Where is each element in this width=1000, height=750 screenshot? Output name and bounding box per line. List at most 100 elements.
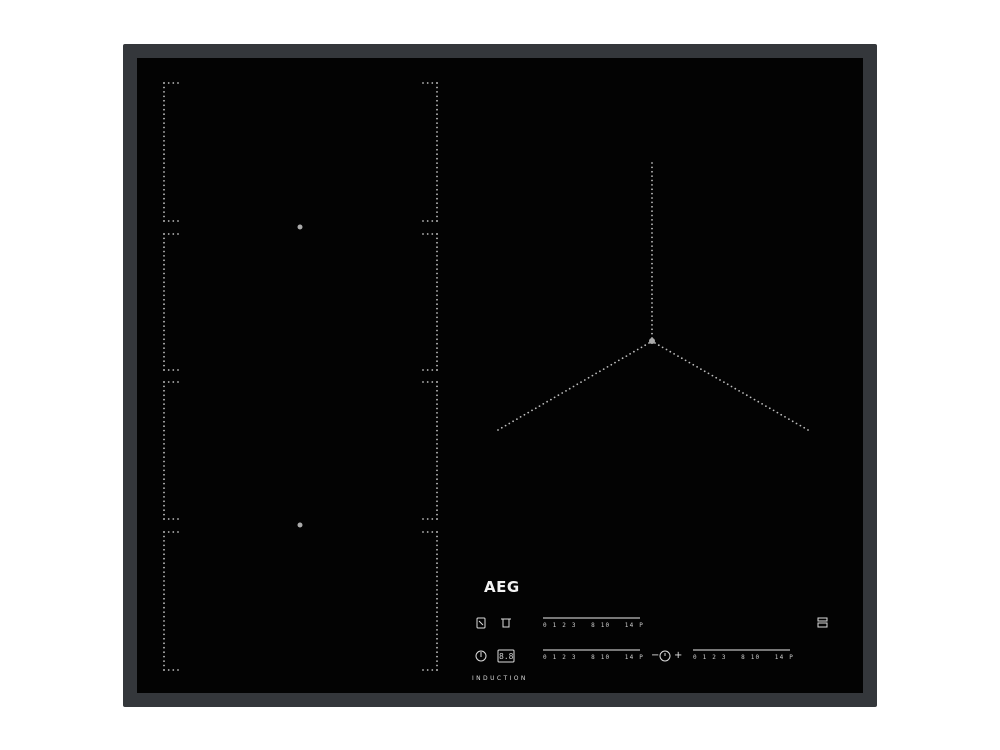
marking-dot — [784, 416, 786, 418]
marking-dot — [172, 669, 175, 671]
marking-dot — [431, 669, 434, 671]
marking-dot — [163, 237, 165, 240]
marking-dot — [550, 398, 552, 401]
marking-dot — [807, 429, 809, 431]
marking-dot — [167, 82, 170, 84]
marking-dot — [595, 372, 597, 375]
marking-dot — [610, 363, 613, 366]
marking-dot — [436, 509, 438, 512]
timer-plus-button[interactable]: + — [674, 651, 682, 661]
marking-dot — [651, 306, 653, 309]
marking-dot — [614, 361, 616, 364]
marking-dot — [436, 268, 438, 270]
marking-dot — [163, 86, 165, 89]
marking-dot — [163, 241, 165, 244]
marking-dot — [436, 491, 438, 494]
marking-dot — [436, 443, 438, 445]
marking-dot — [436, 237, 438, 240]
marking-dot — [163, 385, 165, 388]
marking-dot — [177, 82, 179, 84]
marking-dot — [599, 370, 601, 373]
marking-dot — [163, 135, 165, 138]
marking-dot — [542, 403, 545, 405]
marking-dot — [436, 188, 438, 191]
marking-dot — [167, 531, 170, 533]
marking-dot — [163, 451, 165, 454]
marking-dot — [422, 369, 424, 371]
marking-dot — [436, 259, 438, 262]
marking-dot — [436, 298, 438, 301]
marking-dot — [436, 250, 438, 253]
marking-dot — [431, 518, 434, 520]
marking-dot — [163, 642, 165, 645]
marking-dot — [587, 376, 590, 379]
marking-dot — [163, 646, 165, 649]
marking-dot — [651, 262, 653, 265]
marking-dot — [508, 422, 511, 425]
marking-dot — [163, 403, 165, 405]
power-icon[interactable] — [475, 650, 487, 662]
marking-dot — [436, 303, 438, 306]
marking-dot — [163, 655, 165, 658]
marking-dot — [163, 557, 165, 560]
marking-dot — [651, 328, 653, 331]
marking-dot — [163, 131, 165, 133]
marking-dot — [707, 372, 710, 375]
marking-dot — [163, 580, 165, 582]
pot-icon[interactable] — [501, 618, 511, 628]
marking-dot — [651, 245, 653, 248]
marking-dot — [436, 575, 438, 578]
marking-dot — [665, 348, 668, 351]
marking-dot — [436, 294, 438, 297]
marking-dot — [172, 82, 175, 84]
marking-dot — [436, 548, 438, 551]
marking-dot — [791, 420, 794, 423]
marking-dot — [163, 389, 165, 392]
bridge-icon[interactable] — [476, 617, 486, 629]
marking-dot — [163, 544, 165, 547]
marking-dot — [651, 179, 653, 182]
marking-dot — [163, 602, 165, 605]
marking-dot — [436, 629, 438, 631]
marking-dot — [177, 381, 179, 383]
marking-dot — [436, 140, 438, 142]
timer-icon[interactable] — [659, 650, 671, 662]
marking-dot — [163, 206, 165, 209]
marking-dot — [436, 99, 438, 102]
marking-dot — [163, 575, 165, 578]
marking-dot — [436, 220, 438, 222]
marking-dot — [436, 329, 438, 332]
marking-dot — [436, 469, 438, 472]
marking-dot — [163, 202, 165, 205]
hob2hood-icon[interactable] — [817, 617, 828, 628]
marking-dot — [436, 571, 438, 573]
marking-dot — [436, 338, 438, 341]
marking-dot — [436, 166, 438, 169]
timer-minus-button[interactable]: − — [651, 651, 659, 661]
marking-dot — [625, 355, 628, 357]
marking-dot — [163, 175, 165, 178]
marking-dot — [661, 346, 664, 349]
marking-dot — [177, 518, 179, 520]
marking-dot — [436, 513, 438, 516]
marking-dot — [163, 95, 165, 98]
marking-dot — [436, 602, 438, 605]
marking-dot — [163, 553, 165, 556]
marking-dot — [651, 197, 653, 199]
marking-dot — [436, 544, 438, 547]
marking-dot — [436, 624, 438, 627]
marking-dot — [651, 332, 653, 335]
marking-dot — [436, 351, 438, 354]
marking-dot — [163, 351, 165, 354]
marking-dot — [422, 220, 424, 222]
marking-dot — [436, 434, 438, 436]
marking-dot — [553, 396, 556, 399]
marking-dot — [621, 357, 624, 360]
marking-dot — [163, 487, 165, 489]
digit-display: 8.8 — [499, 652, 514, 661]
marking-dot — [163, 99, 165, 102]
marking-dot — [436, 615, 438, 618]
marking-dot — [163, 298, 165, 301]
marking-dot — [765, 405, 767, 407]
marking-dot — [431, 369, 434, 371]
